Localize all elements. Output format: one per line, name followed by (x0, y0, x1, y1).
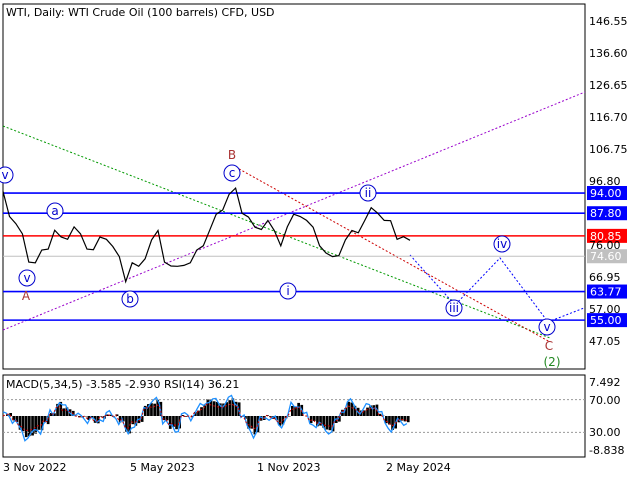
x-tick: 1 Nov 2023 (257, 461, 320, 474)
macd-bar (350, 402, 354, 416)
macd-bar (328, 416, 332, 431)
y-tick: 146.55 (589, 15, 628, 28)
macd-bar (297, 402, 300, 416)
level-tag-label: 63.77 (590, 286, 622, 299)
chart-canvas: WTI, Daily: WTI Crude Oil (100 barrels) … (0, 0, 640, 480)
macd-bar (184, 416, 188, 417)
wave-label: (2) (544, 355, 561, 369)
wave-label: c (229, 166, 236, 180)
macd-bar (309, 416, 313, 424)
macd-bar (168, 416, 172, 429)
macd-bar (37, 416, 41, 430)
level-tag-label: 55.00 (590, 314, 622, 327)
macd-bar (62, 408, 66, 416)
macd-bar (131, 416, 135, 425)
macd-bar (363, 410, 366, 416)
macd-bar (175, 416, 178, 430)
macd-bar (206, 399, 210, 416)
macd-bar (347, 401, 351, 416)
y-tick: 106.75 (589, 143, 628, 156)
x-tick: 2 May 2024 (386, 461, 451, 474)
macd-bar (200, 407, 203, 416)
macd-bar (325, 416, 329, 430)
wave-label: v (1, 168, 8, 182)
level-tag-label: 87.80 (590, 207, 622, 220)
wave-label: iii (449, 301, 459, 315)
macd-bar (253, 416, 257, 435)
macd-bar (372, 405, 376, 416)
macd-bar (24, 416, 28, 438)
wave-label: i (286, 284, 289, 298)
wave-label: A (22, 289, 31, 303)
y-tick: 116.70 (589, 111, 628, 124)
x-tick: 3 Nov 2022 (3, 461, 66, 474)
y-tick: 96.80 (589, 175, 621, 188)
macd-bar (366, 407, 369, 416)
x-tick: 5 May 2023 (130, 461, 195, 474)
y-tick: 70.00 (589, 394, 621, 407)
macd-bar (312, 416, 316, 421)
wave-label: a (51, 204, 58, 218)
macd-bar (162, 416, 166, 421)
y-tick: 66.95 (589, 271, 621, 284)
indicator-title: MACD(5,34,5) -3.585 -2.930 RSI(14) 36.21 (6, 378, 239, 391)
y-tick: 76.00 (589, 239, 621, 252)
macd-bar (228, 400, 232, 416)
macd-bar (287, 416, 291, 417)
wave-label: v (543, 320, 550, 334)
wave-label: iv (497, 237, 507, 251)
macd-bar (212, 401, 216, 416)
macd-bar (291, 406, 294, 416)
wave-marker-label: v (23, 271, 30, 285)
wave-label: C (545, 339, 553, 353)
y-tick: 126.65 (589, 79, 628, 92)
macd-bar (153, 403, 156, 416)
level-tag-label: 74.60 (590, 250, 622, 263)
chart-title: WTI, Daily: WTI Crude Oil (100 barrels) … (6, 6, 275, 19)
y-tick: 47.05 (589, 335, 621, 348)
y-tick: 136.60 (589, 47, 628, 60)
macd-bar (34, 416, 37, 434)
wave-label: ii (365, 186, 372, 200)
y-tick: 30.00 (589, 426, 621, 439)
macd-bar (100, 416, 103, 417)
macd-bar (406, 416, 410, 423)
level-tag-label: 94.00 (590, 187, 622, 200)
y-tick: 7.492 (589, 376, 621, 389)
y-tick: 57.00 (589, 303, 621, 316)
macd-bar (150, 403, 153, 416)
macd-bar (215, 402, 219, 416)
wave-label: B (228, 148, 236, 162)
y-tick: -8.838 (589, 444, 624, 457)
wave-label: b (126, 292, 134, 306)
